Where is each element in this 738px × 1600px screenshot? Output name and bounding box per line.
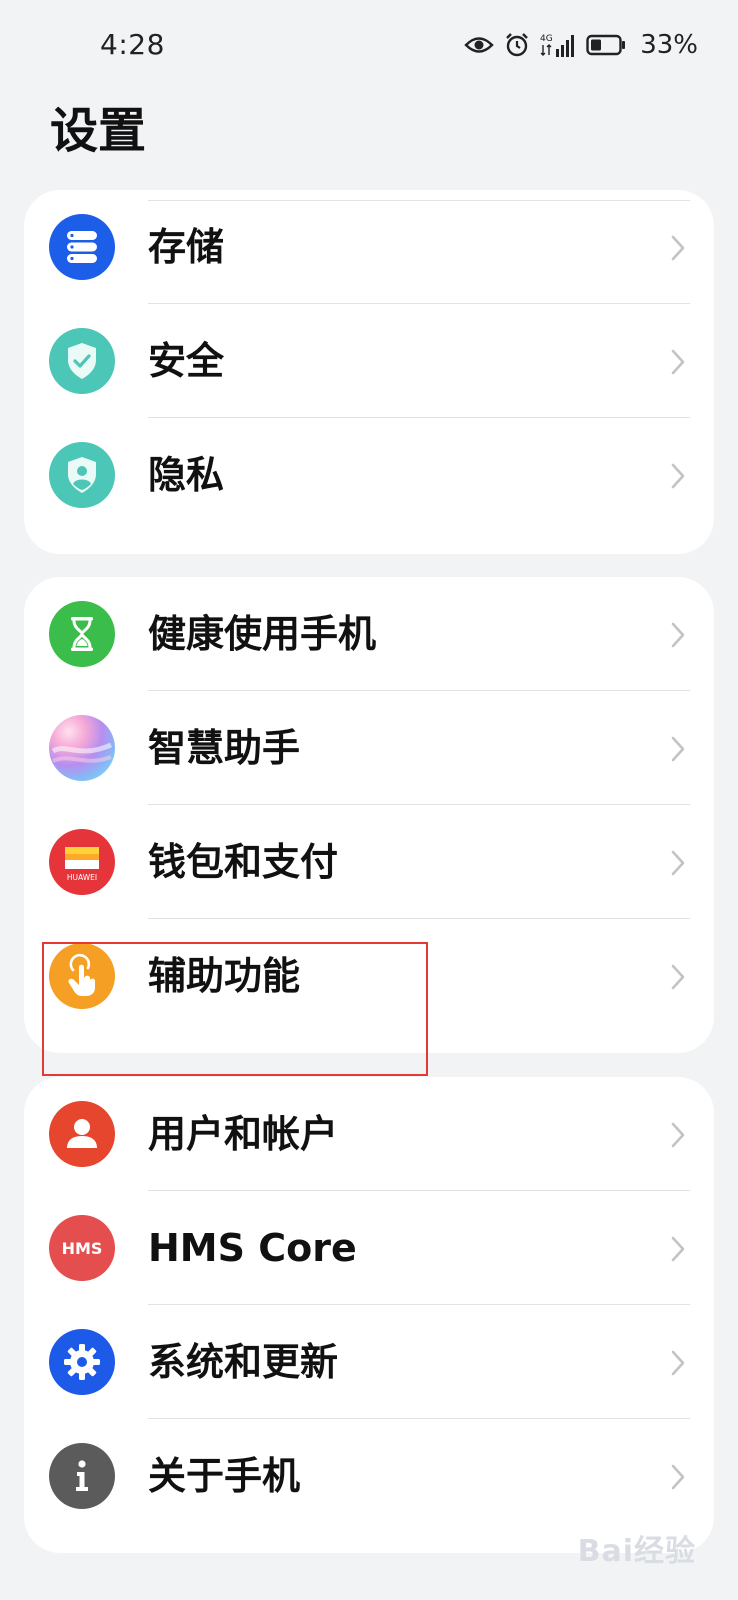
chevron-right-icon [671,463,685,489]
settings-item-users-accounts[interactable]: 用户和帐户 [24,1077,714,1191]
hms-brand-text: HMS [62,1239,103,1258]
settings-item-label: 智慧助手 [148,726,301,770]
hms-icon: HMS [49,1215,115,1281]
chevron-right-icon [671,349,685,375]
settings-item-label: 钱包和支付 [148,840,339,884]
settings-item-about-phone[interactable]: 关于手机 [24,1419,714,1533]
settings-item-label: 健康使用手机 [148,612,377,656]
settings-item-label: 用户和帐户 [148,1112,339,1156]
network-label: 4G [540,34,553,44]
hourglass-icon [49,601,115,667]
watermark: Bai经验 [577,1534,696,1569]
privacy-shield-icon [49,442,115,508]
chevron-right-icon [671,850,685,876]
settings-item-label: 辅助功能 [148,954,301,998]
settings-item-label: HMS Core [148,1226,357,1270]
settings-item-wallet[interactable]: HUAWEI 钱包和支付 [24,805,714,919]
info-icon [49,1443,115,1509]
settings-item-system-update[interactable]: 系统和更新 [24,1305,714,1419]
settings-item-label: 关于手机 [148,1454,301,1498]
settings-item-accessibility[interactable]: 辅助功能 [24,919,714,1033]
wallet-icon: HUAWEI [49,829,115,895]
storage-icon [49,214,115,280]
settings-item-hms-core[interactable]: HMS HMS Core [24,1191,714,1305]
settings-item-label: 存储 [148,225,225,269]
gear-icon [49,1329,115,1395]
eye-icon [464,37,494,53]
settings-group-1: 存储 安全 隐私 [24,190,714,554]
settings-item-digital-balance[interactable]: 健康使用手机 [24,577,714,691]
wallet-brand-text: HUAWEI [67,873,97,882]
battery-icon [586,34,626,56]
chevron-right-icon [671,1350,685,1376]
assistant-orb-icon [49,715,115,781]
user-icon [49,1101,115,1167]
settings-group-3: 用户和帐户 HMS HMS Core 系统和更新 关于手机 [24,1077,714,1553]
settings-item-storage[interactable]: 存储 [24,190,714,304]
alarm-icon [506,33,529,57]
shield-check-icon [49,328,115,394]
chevron-right-icon [671,1122,685,1148]
status-icons: 4G 33% [464,27,698,63]
settings-item-privacy[interactable]: 隐私 [24,418,714,532]
signal-4g-icon: 4G [540,34,575,57]
settings-item-label: 系统和更新 [148,1340,339,1384]
chevron-right-icon [671,622,685,648]
settings-item-assistant[interactable]: 智慧助手 [24,691,714,805]
settings-item-label: 安全 [148,339,225,383]
chevron-right-icon [671,1464,685,1490]
status-bar: 4:28 4G 33% [0,0,738,92]
settings-item-label: 隐私 [148,453,225,497]
chevron-right-icon [671,736,685,762]
chevron-right-icon [671,964,685,990]
settings-group-2: 健康使用手机 智慧助手 HUAWEI 钱包和支付 辅助功能 [24,577,714,1053]
settings-item-security[interactable]: 安全 [24,304,714,418]
hand-tap-icon [49,943,115,1009]
chevron-right-icon [671,235,685,261]
status-time: 4:28 [100,28,165,61]
page-title: 设置 [50,103,147,159]
chevron-right-icon [671,1236,685,1262]
battery-percent: 33% [640,30,698,60]
